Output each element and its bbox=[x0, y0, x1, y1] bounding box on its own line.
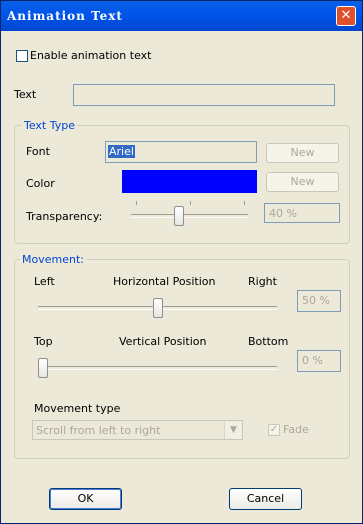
vertical-slider-thumb[interactable] bbox=[38, 358, 48, 378]
close-button[interactable]: ✕ bbox=[336, 6, 356, 26]
dialog-window: Animation Text ✕ Enable animation text T… bbox=[0, 0, 363, 524]
close-icon: ✕ bbox=[340, 8, 352, 23]
horizontal-slider-thumb[interactable] bbox=[153, 298, 163, 318]
text-label: Text bbox=[14, 88, 37, 101]
vertical-top-label: Top bbox=[34, 335, 53, 348]
font-field[interactable]: Ariel bbox=[105, 141, 257, 163]
text-type-legend: Text Type bbox=[22, 119, 78, 132]
fade-checkbox[interactable]: ✓ bbox=[268, 424, 280, 436]
vertical-value: 0 % bbox=[297, 350, 341, 372]
color-label: Color bbox=[26, 177, 55, 190]
window-title: Animation Text bbox=[7, 9, 123, 23]
horizontal-right-label: Right bbox=[248, 275, 277, 288]
slider-tick bbox=[244, 201, 245, 205]
horizontal-left-label: Left bbox=[34, 275, 55, 288]
slider-tick bbox=[136, 201, 137, 205]
slider-tick bbox=[190, 201, 191, 205]
movement-legend: Movement: bbox=[20, 253, 86, 266]
enable-animation-checkbox[interactable] bbox=[16, 50, 28, 62]
text-input[interactable] bbox=[73, 84, 335, 106]
vertical-bottom-label: Bottom bbox=[248, 335, 289, 348]
chevron-down-icon[interactable]: ▼ bbox=[224, 421, 242, 439]
font-value: Ariel bbox=[108, 145, 135, 158]
horizontal-value: 50 % bbox=[297, 290, 341, 312]
font-label: Font bbox=[26, 145, 50, 158]
vertical-slider-track[interactable] bbox=[38, 366, 277, 370]
vertical-position-label: Vertical Position bbox=[119, 335, 207, 348]
color-swatch[interactable] bbox=[122, 170, 257, 193]
transparency-label: Transparency: bbox=[26, 210, 103, 223]
transparency-value: 40 % bbox=[264, 203, 340, 223]
ok-button[interactable]: OK bbox=[49, 488, 122, 510]
title-bar[interactable]: Animation Text ✕ bbox=[1, 1, 362, 31]
transparency-slider-track[interactable] bbox=[131, 214, 248, 218]
transparency-slider-thumb[interactable] bbox=[174, 206, 184, 226]
fade-label[interactable]: Fade bbox=[283, 423, 309, 436]
font-new-button[interactable]: New bbox=[266, 143, 339, 163]
cancel-button[interactable]: Cancel bbox=[229, 488, 302, 510]
enable-animation-label[interactable]: Enable animation text bbox=[30, 49, 151, 62]
color-new-button[interactable]: New bbox=[266, 172, 339, 192]
movement-type-value: Scroll from left to right bbox=[36, 424, 161, 437]
movement-type-select[interactable]: Scroll from left to right ▼ bbox=[32, 420, 243, 440]
horizontal-position-label: Horizontal Position bbox=[113, 275, 216, 288]
movement-type-label: Movement type bbox=[34, 402, 121, 415]
